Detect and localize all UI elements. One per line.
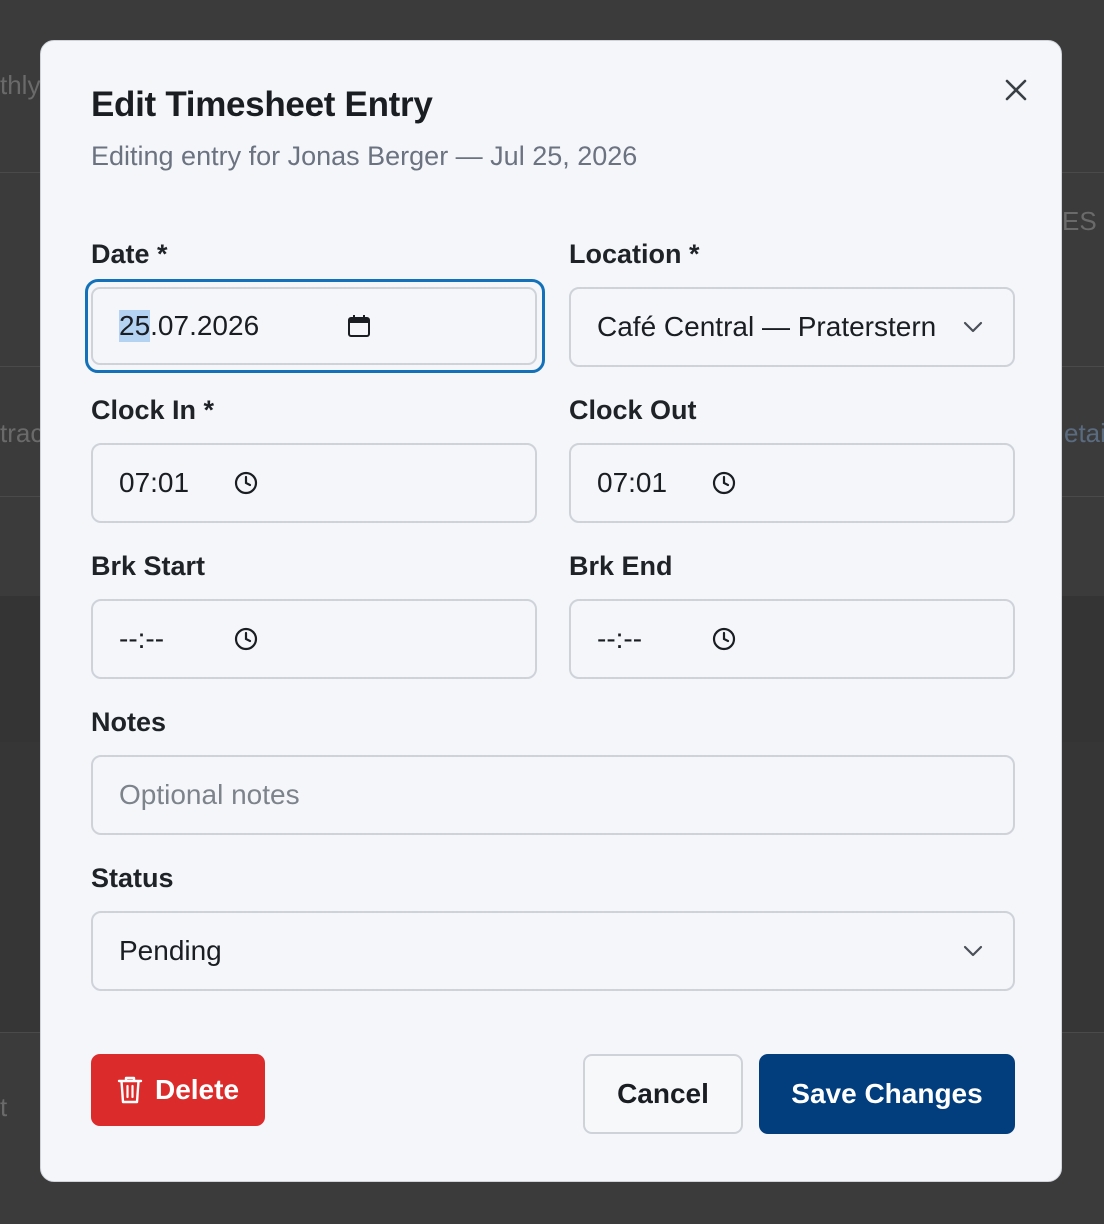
date-input[interactable]: 25.07.2026: [91, 287, 537, 365]
location-select[interactable]: Café Central — Praterstern: [569, 287, 1015, 367]
status-value: Pending: [119, 935, 222, 966]
break-end-input[interactable]: --:--: [569, 599, 1015, 679]
status-select[interactable]: Pending: [91, 911, 1015, 991]
clock-icon[interactable]: [233, 470, 259, 496]
break-start-input[interactable]: --:--: [91, 599, 537, 679]
break-end-label: Brk End: [569, 551, 673, 581]
notes-input[interactable]: Optional notes: [91, 755, 1015, 835]
trash-icon: [117, 1076, 143, 1104]
clock-in-input[interactable]: 07:01: [91, 443, 537, 523]
calendar-icon[interactable]: [345, 312, 373, 340]
save-label: Save Changes: [791, 1078, 983, 1109]
clock-out-label: Clock Out: [569, 395, 697, 425]
close-icon: [1005, 79, 1027, 101]
background-text: trac: [0, 418, 44, 448]
save-changes-button[interactable]: Save Changes: [759, 1054, 1015, 1134]
status-label: Status: [91, 863, 174, 893]
break-start-label: Brk Start: [91, 551, 206, 581]
clock-in-value: 07:01: [119, 467, 190, 498]
date-day-segment[interactable]: 25: [119, 310, 151, 342]
close-button[interactable]: [1001, 75, 1031, 105]
cancel-label: Cancel: [617, 1078, 709, 1109]
notes-placeholder: Optional notes: [119, 779, 300, 810]
cancel-button[interactable]: Cancel: [583, 1054, 743, 1134]
edit-timesheet-dialog: Edit Timesheet Entry Editing entry for J…: [40, 40, 1062, 1182]
notes-label: Notes: [91, 707, 167, 737]
dialog-title: Edit Timesheet Entry: [91, 85, 433, 124]
chevron-down-icon: [961, 939, 985, 963]
background-link: etail: [1064, 418, 1104, 448]
chevron-down-icon: [961, 315, 985, 339]
delete-button[interactable]: Delete: [91, 1054, 265, 1126]
background-text: thly: [0, 70, 41, 100]
date-label: Date *: [91, 239, 168, 269]
clock-icon[interactable]: [711, 470, 737, 496]
background-text: t: [0, 1092, 8, 1122]
clock-out-value: 07:01: [597, 467, 668, 498]
background-text: ES: [1062, 206, 1097, 236]
break-end-value: --:--: [597, 623, 643, 654]
location-value: Café Central — Praterstern: [597, 311, 937, 342]
clock-icon[interactable]: [233, 626, 259, 652]
date-rest-segment[interactable]: .07.2026: [150, 310, 259, 342]
clock-icon[interactable]: [711, 626, 737, 652]
dialog-subtitle: Editing entry for Jonas Berger — Jul 25,…: [91, 141, 638, 171]
break-start-value: --:--: [119, 623, 165, 654]
clock-in-label: Clock In *: [91, 395, 215, 425]
clock-out-input[interactable]: 07:01: [569, 443, 1015, 523]
delete-label: Delete: [154, 1074, 240, 1105]
location-label: Location *: [569, 239, 700, 269]
